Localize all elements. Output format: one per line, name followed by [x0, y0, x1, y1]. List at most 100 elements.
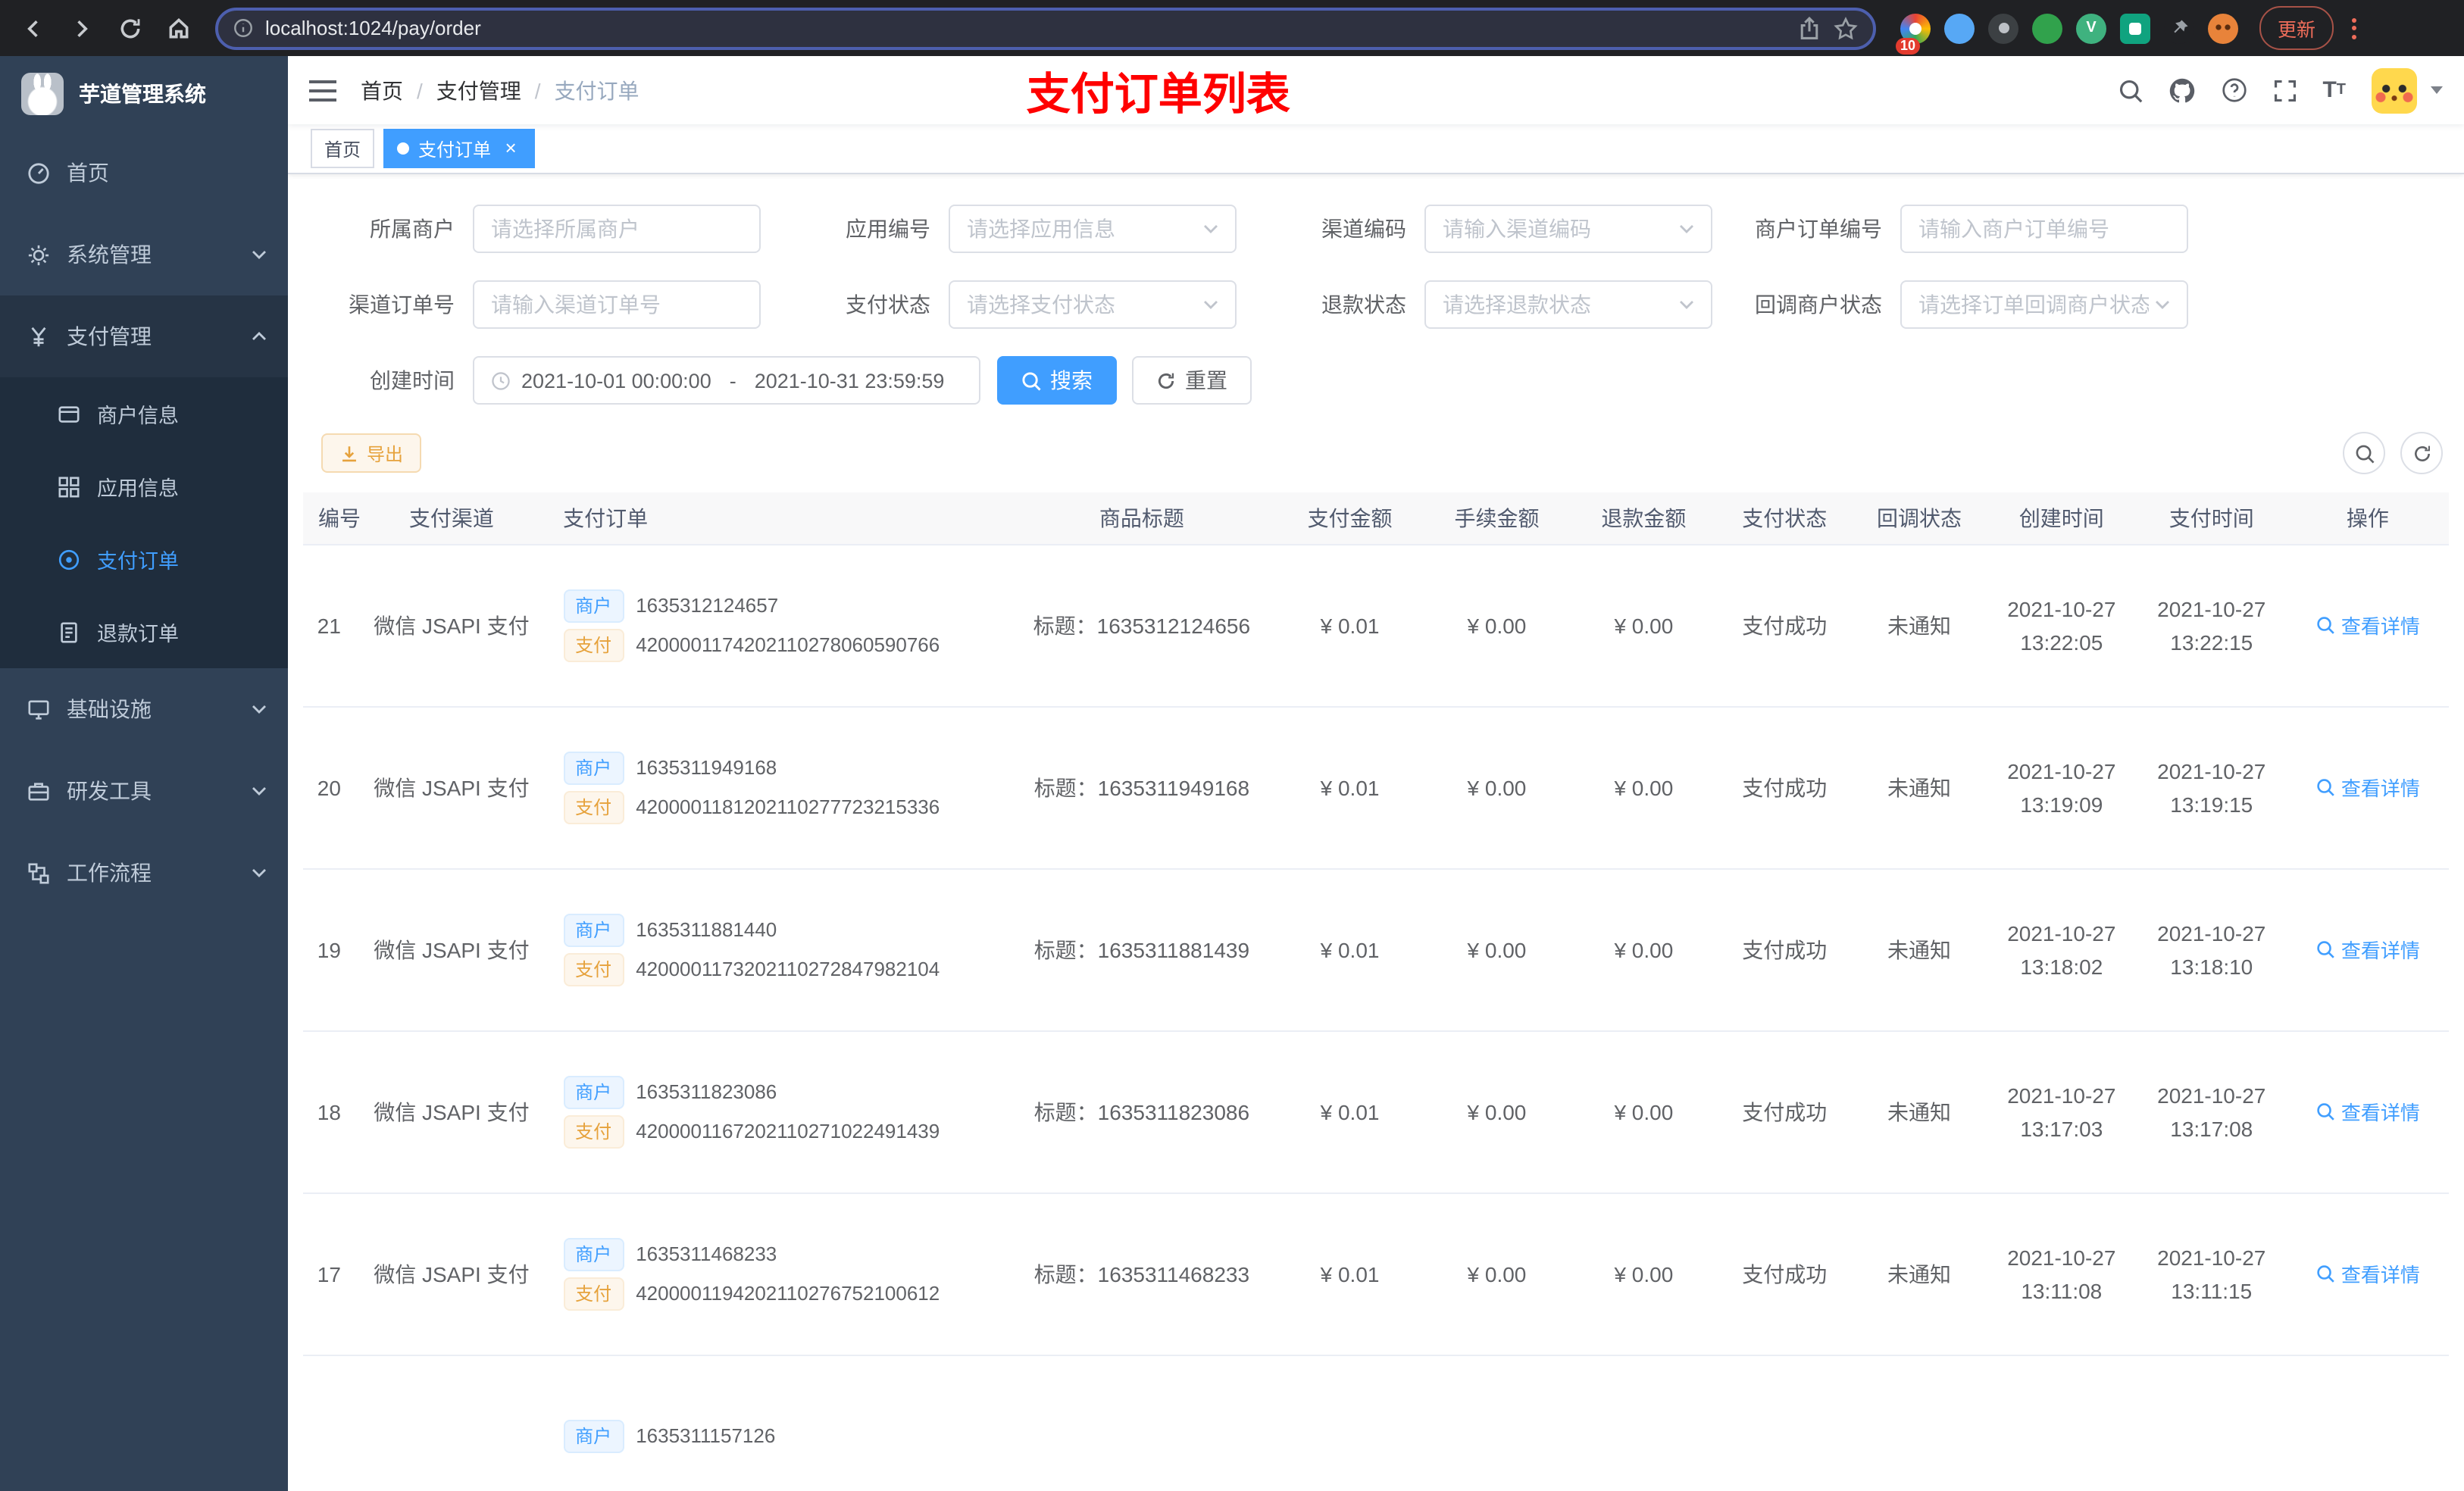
sidebar-item-workflow[interactable]: 工作流程: [0, 832, 288, 914]
sidebar-item-home[interactable]: 首页: [0, 132, 288, 214]
share-icon[interactable]: [1797, 16, 1821, 40]
browser-back-button[interactable]: [12, 7, 55, 49]
sidebar-item-payment[interactable]: 支付管理: [0, 295, 288, 377]
extension-icon[interactable]: [2120, 13, 2150, 43]
url-text[interactable]: localhost:1024/pay/order: [265, 17, 1785, 39]
help-icon[interactable]: [2221, 77, 2247, 103]
pay-status-select[interactable]: 请选择支付状态: [949, 280, 1237, 329]
sidebar-item-infra[interactable]: 基础设施: [0, 668, 288, 750]
cell-title: 标题：1635312124656: [1007, 544, 1277, 707]
extension-icon[interactable]: [1944, 13, 1975, 43]
site-info-icon[interactable]: [233, 18, 253, 38]
refresh-table-button[interactable]: [2400, 432, 2443, 474]
bookmark-star-icon[interactable]: [1834, 16, 1858, 40]
toggle-search-button[interactable]: [2343, 432, 2385, 474]
cell-action: 查看详情: [2286, 1192, 2449, 1355]
browser-home-button[interactable]: [158, 7, 200, 49]
cell-action: 查看详情: [2286, 868, 2449, 1031]
tab-pay-order[interactable]: 支付订单 ×: [383, 129, 536, 168]
sidebar-item-refund-order[interactable]: 退款订单: [0, 595, 288, 668]
sidebar-item-devtools[interactable]: 研发工具: [0, 750, 288, 832]
filter-app: 应用编号 请选择应用信息: [779, 205, 1255, 253]
search-icon[interactable]: [2118, 78, 2142, 102]
sidebar-item-app-info[interactable]: 应用信息: [0, 450, 288, 523]
extension-icon[interactable]: [1988, 13, 2018, 43]
view-detail-link[interactable]: 查看详情: [2315, 611, 2420, 639]
breadcrumb: 首页 / 支付管理 / 支付订单: [361, 75, 639, 105]
merchant-order-no-input[interactable]: [1900, 205, 2188, 253]
cell-create-time: 2021-10-27 13:11:08: [1986, 1192, 2137, 1355]
pay-badge: 支付: [563, 952, 624, 986]
cell-pay-time: 2021-10-27 13:22:15: [2136, 544, 2287, 707]
filter-channel-order-no: 渠道订单号: [303, 280, 779, 329]
sidebar-item-merchant-info[interactable]: 商户信息: [0, 377, 288, 450]
view-detail-link[interactable]: 查看详情: [2315, 1097, 2420, 1126]
tab-home[interactable]: 首页: [311, 129, 375, 168]
notify-status-select[interactable]: 请选择订单回调商户状态: [1900, 280, 2188, 329]
close-icon[interactable]: ×: [500, 138, 521, 159]
cell-refund: ¥ 0.00: [1570, 706, 1718, 869]
browser-profile-avatar[interactable]: [2208, 13, 2238, 43]
app-logo[interactable]: 芋道管理系统: [0, 56, 288, 132]
order-number: 4200001167202110271022491439: [636, 1120, 940, 1142]
font-size-icon[interactable]: TT: [2322, 79, 2346, 102]
fullscreen-icon[interactable]: [2272, 78, 2297, 102]
extension-icon[interactable]: [2032, 13, 2062, 43]
browser-forward-button[interactable]: [61, 7, 103, 49]
cell-order: 商户 1635311468233 支付 42000011942021102767521…: [548, 1192, 1008, 1355]
browser-update-button[interactable]: 更新: [2259, 6, 2334, 50]
col-create-time: 创建时间: [1986, 492, 2137, 545]
breadcrumb-item[interactable]: 首页: [361, 75, 403, 105]
cell-notify: 未通知: [1852, 1030, 1987, 1193]
search-icon: [2317, 779, 2334, 796]
col-fee: 手续金额: [1423, 492, 1571, 545]
col-amount: 支付金额: [1276, 492, 1424, 545]
user-avatar[interactable]: [2372, 67, 2417, 113]
pinned-extension-icon[interactable]: [2164, 13, 2194, 43]
sidebar-item-pay-order[interactable]: 支付订单: [0, 523, 288, 595]
browser-menu-icon[interactable]: [2343, 8, 2366, 48]
vue-devtools-icon[interactable]: V: [2076, 13, 2106, 43]
reset-button[interactable]: 重置: [1132, 356, 1252, 405]
table-row: 商户 1635311157126: [303, 1355, 2449, 1491]
extension-icon[interactable]: 10: [1896, 13, 1931, 54]
breadcrumb-separator: /: [534, 78, 541, 102]
cell-id: 18: [303, 1030, 355, 1193]
cell-pay-time: 2021-10-27 13:18:10: [2136, 868, 2287, 1031]
breadcrumb-item[interactable]: 支付管理: [436, 75, 521, 105]
avatar-caret-icon[interactable]: [2431, 86, 2443, 94]
extension-badge: 10: [1896, 37, 1921, 54]
view-detail-link[interactable]: 查看详情: [2315, 773, 2420, 802]
order-number: 1635311949168: [636, 756, 777, 779]
date-range-picker[interactable]: 2021-10-01 00:00:00 - 2021-10-31 23:59:5…: [473, 356, 980, 405]
app-select[interactable]: 请选择应用信息: [949, 205, 1237, 253]
cell-notify: [1852, 1355, 1987, 1491]
channel-code-select[interactable]: 请输入渠道编码: [1424, 205, 1712, 253]
export-button[interactable]: 导出: [321, 433, 422, 473]
search-button[interactable]: 搜索: [997, 356, 1117, 405]
table-row: 17 微信 JSAPI 支付 商户 1635311468233 支付 4200001194…: [303, 1192, 2449, 1355]
pay-badge: 支付: [563, 1114, 624, 1148]
merchant-input[interactable]: [473, 205, 761, 253]
cell-notify: 未通知: [1852, 544, 1987, 707]
browser-toolbar: localhost:1024/pay/order 10 V 更新: [0, 0, 2464, 56]
order-number: 4200001194202110276752100612: [636, 1282, 940, 1305]
sidebar-item-system[interactable]: 系统管理: [0, 214, 288, 295]
view-detail-link[interactable]: 查看详情: [2315, 1259, 2420, 1288]
address-bar[interactable]: localhost:1024/pay/order: [215, 7, 1876, 49]
cell-id: 17: [303, 1192, 355, 1355]
filter-row: 渠道订单号 支付状态 请选择支付状态 退款状态 请选择退款状态: [303, 280, 2449, 329]
cell-refund: ¥ 0.00: [1570, 544, 1718, 707]
sidebar-toggle-icon[interactable]: [309, 78, 336, 102]
channel-order-no-input[interactable]: [473, 280, 761, 329]
merchant-badge: 商户: [563, 913, 624, 946]
grid-icon: [58, 476, 80, 497]
refund-status-select[interactable]: 请选择退款状态: [1424, 280, 1712, 329]
view-detail-link[interactable]: 查看详情: [2315, 935, 2420, 964]
cell-order: 商户 1635312124657 支付 42000011742021102780605…: [548, 544, 1008, 707]
browser-reload-button[interactable]: [109, 7, 152, 49]
github-icon[interactable]: [2168, 77, 2195, 104]
filter-merchant-order-no: 商户订单编号: [1731, 205, 2206, 253]
cell-pay-time: [2136, 1355, 2287, 1491]
cell-create-time: [1986, 1355, 2137, 1491]
